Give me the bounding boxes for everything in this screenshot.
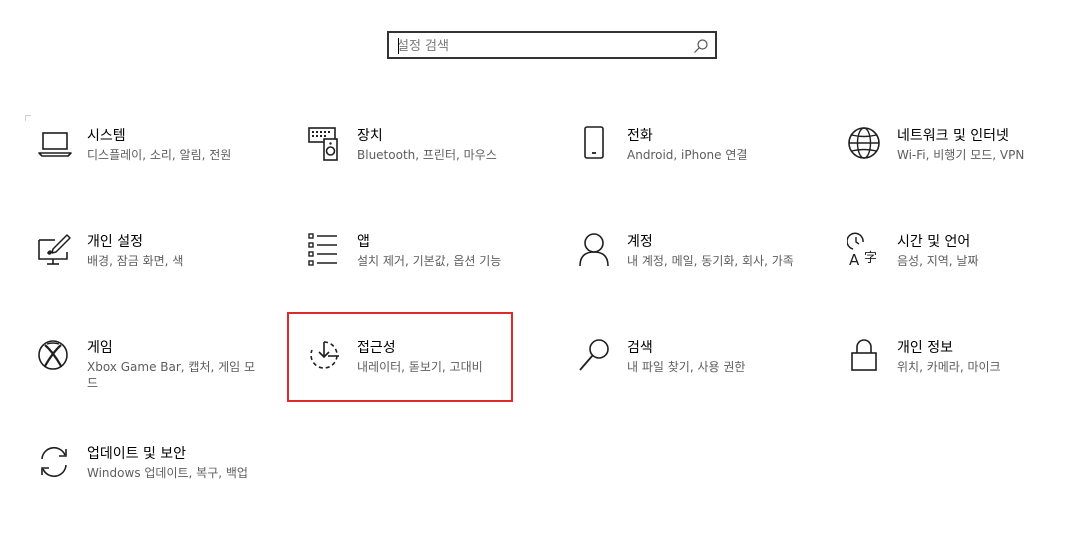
tile-title: 개인 정보 <box>897 340 953 356</box>
laptop-icon <box>37 126 73 162</box>
tile-title: 시간 및 언어 <box>897 234 971 250</box>
lock-icon <box>847 338 883 374</box>
tile-title: 시스템 <box>87 128 126 144</box>
tile-description: 설치 제거, 기본값, 옵션 기능 <box>357 254 502 268</box>
tile-description: 위치, 카메라, 마이크 <box>897 360 1001 374</box>
tile-description: 내 계정, 메일, 동기화, 회사, 가족 <box>627 254 794 268</box>
tile-time-language[interactable]: A 字 시간 및 언어 음성, 지역, 날짜 <box>847 232 1087 322</box>
tile-description: Wi-Fi, 비행기 모드, VPN <box>897 148 1025 162</box>
tile-network[interactable]: 네트워크 및 인터넷 Wi-Fi, 비행기 모드, VPN <box>847 126 1087 216</box>
tile-ease-of-access[interactable]: 접근성 내레이터, 돋보기, 고대비 <box>307 338 507 398</box>
tile-description: 음성, 지역, 날짜 <box>897 254 979 268</box>
tile-title: 전화 <box>627 128 653 144</box>
settings-search-box[interactable] <box>387 31 717 59</box>
tile-description: 내 파일 찾기, 사용 권한 <box>627 360 746 374</box>
tile-title: 네트워크 및 인터넷 <box>897 128 1009 144</box>
text-caret <box>398 38 399 54</box>
tile-accounts[interactable]: 계정 내 계정, 메일, 동기화, 회사, 가족 <box>577 232 817 322</box>
apps-list-icon <box>307 232 343 268</box>
tile-description: Android, iPhone 연결 <box>627 148 748 162</box>
sync-icon <box>37 444 73 480</box>
tile-search[interactable]: 검색 내 파일 찾기, 사용 권한 <box>577 338 817 428</box>
person-icon <box>577 232 613 268</box>
tile-devices[interactable]: 장치 Bluetooth, 프린터, 마우스 <box>307 126 547 216</box>
time-language-icon: A 字 <box>847 232 883 268</box>
svg-text:A: A <box>849 251 860 268</box>
svg-text:字: 字 <box>864 251 877 266</box>
xbox-icon <box>37 338 73 374</box>
tile-title: 검색 <box>627 340 653 356</box>
tile-apps[interactable]: 앱 설치 제거, 기본값, 옵션 기능 <box>307 232 547 322</box>
tile-ease-of-access-highlight[interactable]: 접근성 내레이터, 돋보기, 고대비 <box>287 312 513 402</box>
corner-mark <box>25 115 31 121</box>
tile-title: 접근성 <box>357 340 396 356</box>
tile-gaming[interactable]: 게임 Xbox Game Bar, 캡처, 게임 모드 <box>37 338 277 428</box>
tile-title: 장치 <box>357 128 383 144</box>
tile-phone[interactable]: 전화 Android, iPhone 연결 <box>577 126 817 216</box>
tile-description: Xbox Game Bar, 캡처, 게임 모드 <box>87 360 256 390</box>
tile-title: 개인 설정 <box>87 234 143 250</box>
tile-personalization[interactable]: 개인 설정 배경, 잠금 화면, 색 <box>37 232 277 322</box>
phone-icon <box>577 126 613 162</box>
tile-description: Windows 업데이트, 복구, 백업 <box>87 466 248 480</box>
settings-search-input[interactable] <box>397 36 687 56</box>
tile-description: Bluetooth, 프린터, 마우스 <box>357 148 497 162</box>
search-icon[interactable] <box>693 38 709 54</box>
tile-title: 게임 <box>87 340 113 356</box>
tile-title: 업데이트 및 보안 <box>87 446 187 462</box>
tile-title: 계정 <box>627 234 653 250</box>
search-icon <box>577 338 613 374</box>
tile-privacy[interactable]: 개인 정보 위치, 카메라, 마이크 <box>847 338 1087 428</box>
personalization-icon <box>37 232 73 268</box>
tile-title: 앱 <box>357 234 370 250</box>
tile-system[interactable]: 시스템 디스플레이, 소리, 알림, 전원 <box>37 126 277 216</box>
tile-description: 내레이터, 돋보기, 고대비 <box>357 360 483 374</box>
tile-description: 배경, 잠금 화면, 색 <box>87 254 184 268</box>
globe-icon <box>847 126 883 162</box>
devices-icon <box>307 126 343 162</box>
tile-update-security[interactable]: 업데이트 및 보안 Windows 업데이트, 복구, 백업 <box>37 444 277 534</box>
ease-of-access-icon <box>307 338 343 374</box>
tile-description: 디스플레이, 소리, 알림, 전원 <box>87 148 232 162</box>
